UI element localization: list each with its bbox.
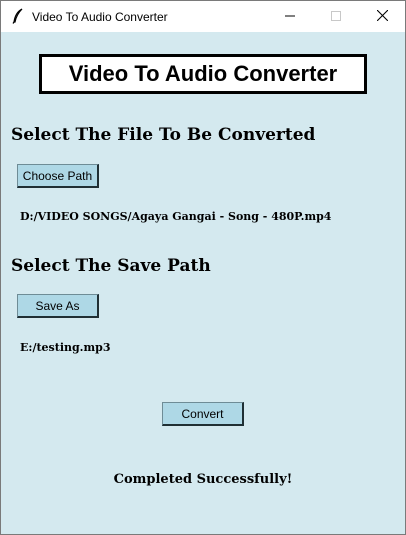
maximize-icon <box>331 8 341 26</box>
save-section-title: Select The Save Path <box>11 256 211 276</box>
choose-path-button[interactable]: Choose Path <box>17 164 99 188</box>
close-icon <box>376 8 388 26</box>
maximize-button[interactable] <box>313 1 359 32</box>
save-as-button[interactable]: Save As <box>17 294 99 318</box>
source-path-label: D:/VIDEO SONGS/Agaya Gangai - Song - 480… <box>20 210 332 223</box>
status-message: Completed Successfully! <box>113 472 293 487</box>
minimize-button[interactable] <box>267 1 313 32</box>
app-window: Video To Audio Converter Video To Audio … <box>0 0 406 535</box>
convert-button[interactable]: Convert <box>162 402 244 426</box>
save-path-label: E:/testing.mp3 <box>20 341 111 354</box>
minimize-icon <box>285 8 295 26</box>
main-content: Video To Audio Converter Select The File… <box>1 32 405 534</box>
app-heading: Video To Audio Converter <box>39 54 367 94</box>
close-button[interactable] <box>359 1 405 32</box>
title-bar[interactable]: Video To Audio Converter <box>1 1 405 32</box>
source-section-title: Select The File To Be Converted <box>11 125 316 145</box>
feather-icon <box>12 8 24 24</box>
window-title: Video To Audio Converter <box>32 10 168 24</box>
